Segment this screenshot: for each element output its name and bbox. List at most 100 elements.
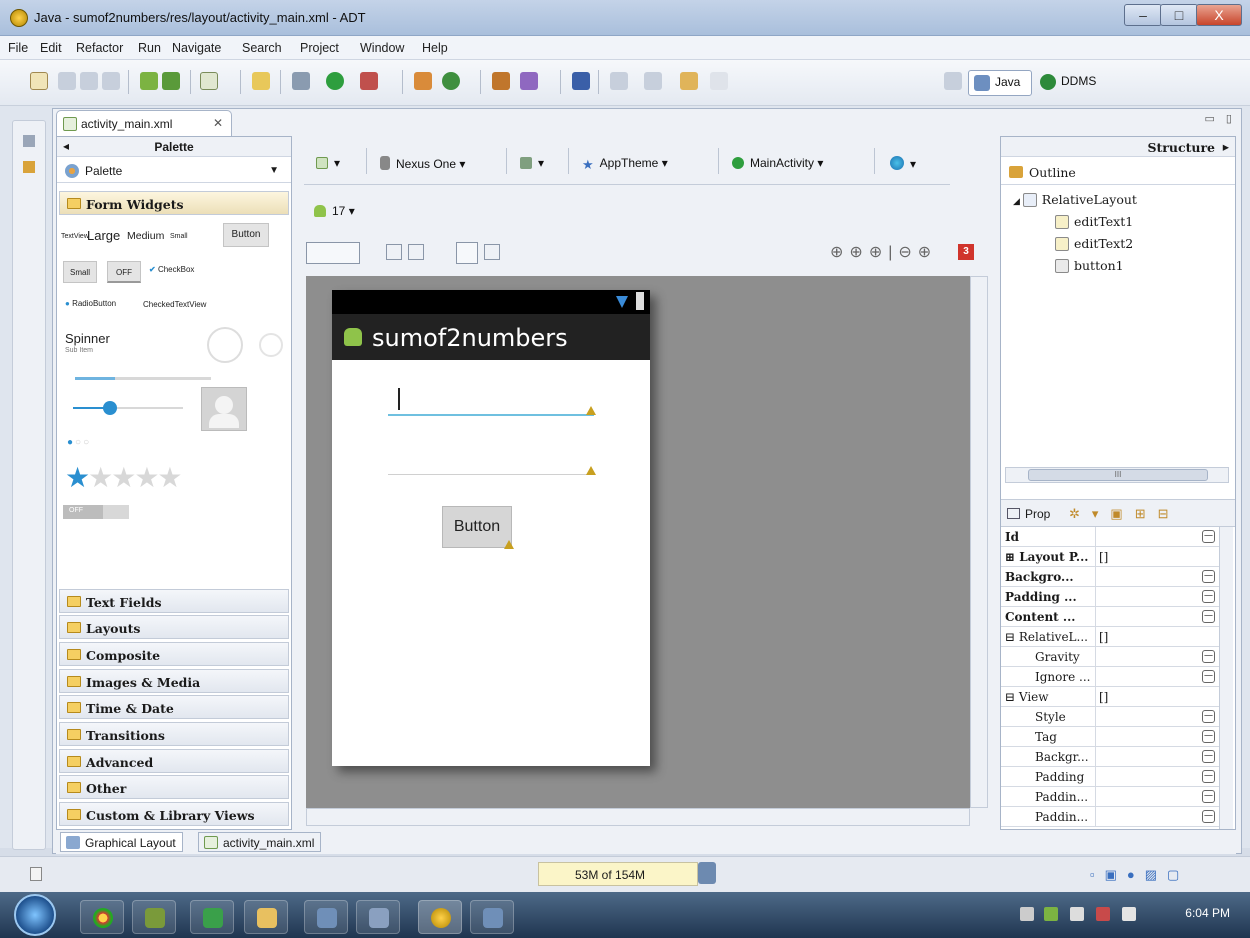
widget-large-text[interactable]: Large [87,228,120,243]
palette-collapse-arrow-icon[interactable]: ◂ [63,139,69,153]
print-icon[interactable] [102,72,120,90]
property-row[interactable]: Gravity — [1001,647,1219,667]
properties-tab-label[interactable]: Prop [1025,507,1050,521]
edit-text-2[interactable] [388,474,594,475]
avd-manager-icon[interactable] [162,72,180,90]
run-icon[interactable] [326,72,344,90]
property-row[interactable]: ⊟ View [] [1001,687,1219,707]
fast-view-icon[interactable] [30,867,42,881]
next-annotation-icon[interactable] [610,72,628,90]
edit-text-1[interactable] [388,414,594,416]
property-row[interactable]: Backgr... — [1001,747,1219,767]
tray-up-arrow-icon[interactable] [1020,907,1034,921]
category-other[interactable]: Other [59,775,289,799]
debug-icon[interactable] [292,72,310,90]
clip-icon[interactable] [484,244,500,260]
taskbar-app-3[interactable] [470,900,514,934]
property-row[interactable]: Content ... — [1001,607,1219,627]
seekbar[interactable] [73,401,183,415]
save-all-icon[interactable] [80,72,98,90]
emulate-size-icon[interactable] [386,244,402,260]
maximize-button[interactable]: □ [1160,4,1198,26]
property-value[interactable]: [] [1099,550,1108,564]
editor-minimize-maximize[interactable]: ▭ ▯ [1204,112,1236,125]
taskbar-adt[interactable] [418,900,462,934]
property-value[interactable]: [] [1099,630,1108,644]
category-advanced[interactable]: Advanced [59,749,289,773]
structure-expand-arrow-icon[interactable]: ▸ [1223,139,1229,154]
taskbar-app-2[interactable] [356,900,400,934]
heap-status[interactable]: 53M of 154M [538,862,698,886]
package-explorer-icon[interactable] [23,161,35,173]
layout-width-height-toggle[interactable] [306,242,360,264]
tab-graphical-layout[interactable]: Graphical Layout [60,832,183,852]
widget-spinner-subitem[interactable]: Sub Item [65,347,93,354]
back-icon[interactable] [680,72,698,90]
new-java-package-icon[interactable] [414,72,432,90]
outline-node-button1[interactable]: button1 [1055,258,1124,273]
property-row[interactable]: Padding ... — [1001,587,1219,607]
open-perspective-icon[interactable] [944,72,962,90]
outline-horizontal-scrollbar[interactable]: III [1005,467,1229,483]
start-button[interactable] [14,894,56,936]
property-edit-icon[interactable]: — [1202,670,1215,683]
property-edit-icon[interactable]: — [1202,770,1215,783]
perspective-java-button[interactable]: Java [968,70,1032,96]
widget-textview[interactable]: TextView [61,233,89,240]
taskbar-app-1[interactable] [304,900,348,934]
property-row[interactable]: Paddin... — [1001,807,1219,827]
widget-radiobutton[interactable]: ● RadioButton [65,299,116,308]
menu-refactor[interactable]: Refactor [76,41,123,55]
locale-chooser-button[interactable]: ▾ [884,148,922,178]
property-edit-icon[interactable]: — [1202,810,1215,823]
zoom-to-fit-icon[interactable] [408,244,424,260]
zoom-controls-icon[interactable]: ⊕⊕⊕|⊖⊕ [830,242,937,262]
taskbar-app-s[interactable] [190,900,234,934]
close-button[interactable]: X [1196,4,1242,26]
progress-bar-horizontal[interactable] [75,377,211,380]
new-android-project-icon[interactable] [252,72,270,90]
open-type-icon[interactable] [492,72,510,90]
property-edit-icon[interactable]: — [1202,790,1215,803]
status-tray-icons[interactable]: ▫▣●▨▢ [1090,867,1189,883]
progress-circle-small-icon[interactable] [259,333,283,357]
device-chooser-button[interactable]: Nexus One ▾ [374,148,471,178]
widget-small-text[interactable]: Small [170,233,188,240]
property-edit-icon[interactable]: — [1202,530,1215,543]
editor-tab-activity-main[interactable]: activity_main.xml ✕ [56,110,232,136]
taskbar-clock[interactable]: 6:04 PM [1185,906,1230,920]
category-transitions[interactable]: Transitions [59,722,289,746]
widget-checkbox[interactable]: ✔ CheckBox [149,265,194,274]
forward-icon[interactable] [710,72,728,90]
tray-android-icon[interactable] [1044,907,1058,921]
progress-circle-large-icon[interactable] [207,327,243,363]
taskbar-shield[interactable] [132,900,176,934]
category-images-media[interactable]: Images & Media [59,669,289,693]
network-icon[interactable] [1096,907,1110,921]
property-row[interactable]: Tag — [1001,727,1219,747]
canvas-vertical-scrollbar[interactable] [970,276,988,808]
tab-xml-source[interactable]: activity_main.xml [198,832,322,852]
property-value[interactable]: [] [1099,690,1108,704]
property-edit-icon[interactable]: — [1202,570,1215,583]
property-row[interactable]: Paddin... — [1001,787,1219,807]
widget-toggle-button[interactable]: OFF [107,261,141,283]
canvas-horizontal-scrollbar[interactable] [306,808,970,826]
properties-vertical-scrollbar[interactable] [1219,527,1233,829]
minimize-button[interactable]: – [1124,4,1162,26]
property-row[interactable]: Style — [1001,707,1219,727]
category-composite[interactable]: Composite [59,642,289,666]
outline-node-relativelayout[interactable]: ◢ RelativeLayout [1013,192,1137,207]
category-text-fields[interactable]: Text Fields [59,589,289,613]
menu-search[interactable]: Search [242,41,282,55]
property-row[interactable]: ⊞ Layout P... [] [1001,547,1219,567]
close-tab-icon[interactable]: ✕ [213,116,223,130]
property-row[interactable]: Padding — [1001,767,1219,787]
outline-node-edittext1[interactable]: editText1 [1055,214,1133,229]
property-edit-icon[interactable]: — [1202,590,1215,603]
taskbar-chrome[interactable] [80,900,124,934]
configuration-chooser-button[interactable]: ▾ [310,148,346,178]
menu-project[interactable]: Project [300,41,339,55]
garbage-collect-icon[interactable] [698,862,716,884]
volume-icon[interactable] [1122,907,1136,921]
